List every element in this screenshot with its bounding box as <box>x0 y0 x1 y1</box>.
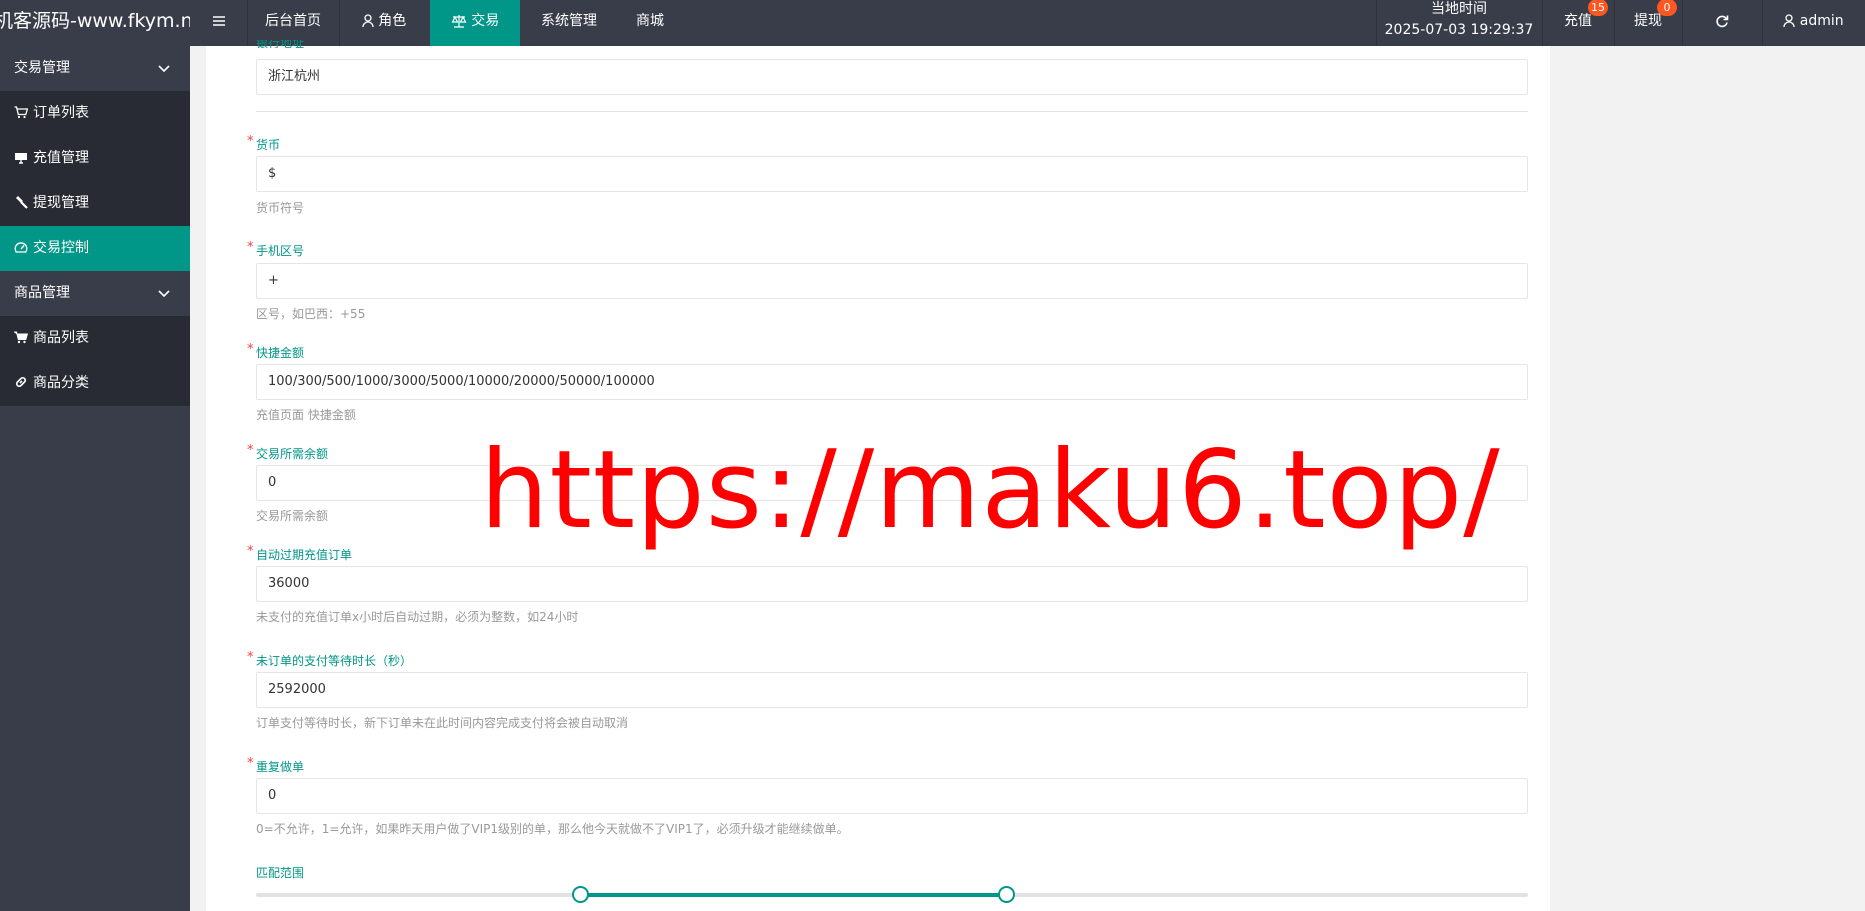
nav-system[interactable]: 系统管理 <box>520 0 618 46</box>
bank-address-input[interactable]: 浙江杭州 <box>256 59 1528 95</box>
recharge-button[interactable]: 充值 15 <box>1542 0 1614 46</box>
required-mark: * <box>247 443 254 458</box>
auto-expire-label: 自动过期充值订单 <box>256 548 353 562</box>
repeat-order-hint: 0=不允许，1=允许，如果昨天用户做了VIP1级别的单，那么他今天就做不了VIP… <box>256 822 849 836</box>
currency-hint: 货币符号 <box>256 201 305 215</box>
withdraw-count-badge: 0 <box>1657 0 1677 16</box>
auto-expire-hint: 未支付的充值订单x小时后自动过期，必须为整数，如24小时 <box>256 610 579 624</box>
divider <box>256 111 1528 112</box>
gauge-icon <box>14 242 28 253</box>
required-mark: * <box>247 342 254 357</box>
quick-amounts-hint: 充值页面 快捷金额 <box>256 408 356 422</box>
phone-code-hint: 区号，如巴西：+55 <box>256 307 366 321</box>
hammer-icon <box>16 196 28 209</box>
chevron-down-icon <box>158 65 170 73</box>
required-mark: * <box>247 240 254 255</box>
required-balance-hint: 交易所需余额 <box>256 509 329 523</box>
watermark-url: https://maku6.top/ <box>480 428 1501 553</box>
required-mark: * <box>247 544 254 559</box>
scale-icon <box>451 15 467 28</box>
required-mark: * <box>247 134 254 149</box>
currency-label: 货币 <box>256 138 281 152</box>
currency-input[interactable]: $ <box>256 156 1528 192</box>
match-range-label: 匹配范围 <box>256 866 305 880</box>
chevron-down-icon <box>158 290 170 298</box>
nav-mall[interactable]: 商城 <box>618 0 682 46</box>
pay-wait-hint: 订单支付等待时长，新下订单未在此时间内容完成支付将会被自动取消 <box>256 716 629 730</box>
sidebar-item-trade-control[interactable]: 交易控制 <box>0 226 190 271</box>
phone-code-label: 手机区号 <box>256 244 305 258</box>
sidebar-item-withdraw[interactable]: 提现管理 <box>0 181 190 226</box>
recharge-count-badge: 15 <box>1588 0 1608 16</box>
phone-code-input[interactable]: + <box>256 263 1528 299</box>
required-mark: * <box>247 756 254 771</box>
required-mark: * <box>247 650 254 665</box>
sidebar-item-orders[interactable]: 订单列表 <box>0 91 190 136</box>
withdraw-button[interactable]: 提现 0 <box>1614 0 1682 46</box>
sidebar-item-goods-category[interactable]: 商品分类 <box>0 361 190 406</box>
sidebar-item-goods-list[interactable]: 商品列表 <box>0 316 190 361</box>
refresh-icon[interactable] <box>1682 0 1762 46</box>
sidebar-group-trade[interactable]: 交易管理 <box>0 46 190 91</box>
nav-role[interactable]: 角色 <box>339 0 429 46</box>
nav-trade[interactable]: 交易 <box>430 0 520 46</box>
auto-expire-input[interactable]: 36000 <box>256 566 1528 602</box>
sidebar-item-recharge[interactable]: 充值管理 <box>0 136 190 181</box>
cart-icon <box>14 106 29 119</box>
sidebar-group-goods[interactable]: 商品管理 <box>0 271 190 316</box>
local-time-label: 当地时间 <box>1431 1 1487 17</box>
pay-wait-label: 未订单的支付等待时长（秒） <box>256 654 413 668</box>
link-icon <box>16 377 26 387</box>
menu-toggle-icon[interactable] <box>206 0 232 46</box>
match-range-selected-bar <box>580 893 1007 897</box>
cart-icon <box>12 331 29 344</box>
app-title: 机客源码-www.fkym.n... <box>0 10 190 32</box>
sidebar: 交易管理 订单列表 充值管理 提现管理 交易控制 商品管理 商品列表 商品分类 <box>0 46 190 911</box>
repeat-order-input[interactable]: 0 <box>256 778 1528 814</box>
monitor-icon <box>15 153 27 164</box>
user-name: admin <box>1799 13 1844 29</box>
user-icon <box>1783 14 1795 28</box>
repeat-order-label: 重复做单 <box>256 760 305 774</box>
local-time: 当地时间 2025-07-03 19:29:37 <box>1376 0 1542 46</box>
required-balance-label: 交易所需余额 <box>256 447 329 461</box>
user-menu[interactable]: admin <box>1762 0 1865 46</box>
user-icon <box>362 14 374 28</box>
pay-wait-input[interactable]: 2592000 <box>256 672 1528 708</box>
bank-address-label: 银行地址 <box>256 40 305 48</box>
quick-amounts-label: 快捷金额 <box>256 346 305 360</box>
quick-amounts-input[interactable]: 100/300/500/1000/3000/5000/10000/20000/5… <box>256 364 1528 400</box>
local-time-value: 2025-07-03 19:29:37 <box>1384 22 1534 38</box>
